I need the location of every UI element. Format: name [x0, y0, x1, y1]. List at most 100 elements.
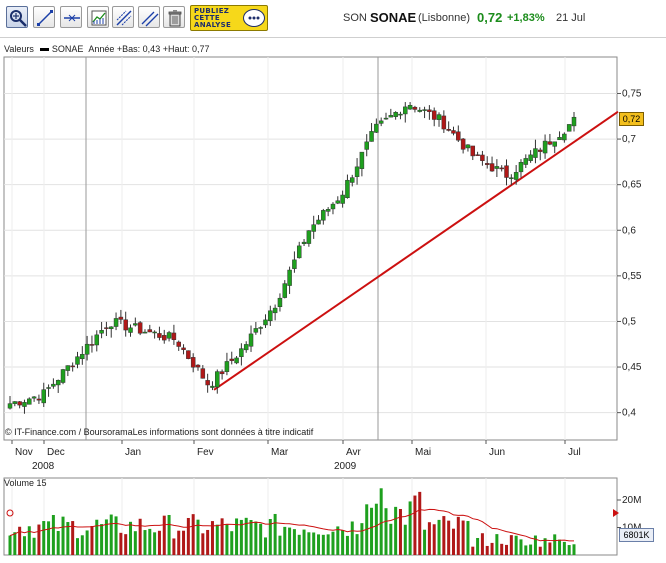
volume-label: Volume 15 — [4, 478, 47, 488]
volume-bar — [394, 506, 398, 555]
volume-bar — [138, 518, 142, 555]
volume-bar — [437, 519, 441, 555]
candle-down — [484, 163, 490, 165]
candle-down — [190, 357, 196, 368]
candle-up — [142, 331, 148, 334]
volume-bar — [148, 528, 152, 555]
candle-down — [219, 371, 225, 375]
volume-bar — [206, 529, 210, 555]
candle-down — [205, 380, 210, 386]
x-year-label: 2008 — [32, 461, 55, 472]
volume-bar — [418, 491, 422, 555]
volume-bar — [476, 537, 480, 555]
volume-bar — [370, 507, 374, 555]
volume-bar — [37, 524, 41, 555]
candle-up — [369, 131, 374, 142]
volume-bar — [191, 514, 195, 555]
candle-up — [12, 401, 18, 404]
candle-up — [393, 112, 398, 117]
volume-bar — [398, 509, 402, 555]
volume-bar — [32, 537, 36, 555]
candle-down — [504, 165, 509, 178]
volume-bar — [379, 488, 383, 555]
volume-bar — [235, 518, 239, 555]
chart-grid — [3, 56, 618, 556]
volume-bar — [225, 524, 229, 555]
candle-down — [470, 145, 476, 157]
candle-up — [41, 389, 46, 404]
candle-down — [229, 358, 234, 361]
volume-bar — [297, 534, 301, 555]
vol-tick-label: 20M — [622, 495, 641, 506]
volume-bar — [509, 535, 513, 555]
candle-up — [398, 113, 403, 116]
candle-up — [55, 379, 61, 386]
candle-up — [258, 327, 263, 329]
y-tick-label: 0,7 — [622, 134, 636, 145]
candle-up — [84, 343, 90, 355]
volume-bar — [80, 535, 84, 555]
volume-bar — [133, 531, 137, 555]
candle-up — [210, 385, 215, 388]
volume-bar — [182, 530, 186, 555]
x-tick-label: Jan — [125, 447, 141, 458]
volume-bar — [95, 519, 99, 555]
x-tick-label: Avr — [346, 447, 361, 458]
volume-bar — [514, 535, 518, 555]
volume-bar — [471, 546, 475, 555]
candle-up — [65, 365, 71, 371]
volume-bar — [42, 521, 46, 555]
candle-up — [378, 120, 384, 124]
y-tick-label: 0,5 — [622, 316, 636, 327]
candle-up — [296, 245, 302, 259]
volume-bar — [350, 521, 354, 555]
x-tick-label: Nov — [15, 447, 33, 458]
volume-bar — [22, 536, 26, 555]
y-tick-label: 0,65 — [622, 180, 642, 191]
candle-up — [152, 331, 157, 334]
volume-bar — [129, 521, 133, 555]
volume-bar — [505, 544, 509, 555]
candle-down — [162, 335, 167, 341]
candle-up — [345, 179, 350, 198]
candle-up — [552, 141, 557, 147]
candle-up — [340, 194, 345, 204]
volume-bar — [384, 508, 388, 555]
candle-up — [234, 357, 239, 364]
volume-bar — [283, 526, 287, 555]
candle-down — [456, 131, 461, 141]
volume-bar — [215, 524, 219, 555]
volume-bar — [374, 503, 378, 555]
volume-bar — [119, 532, 123, 555]
volume-bar — [355, 534, 359, 555]
volume-bar — [157, 530, 161, 555]
price-panel-frame — [3, 56, 618, 441]
candle-down — [176, 341, 181, 347]
volume-bar — [90, 525, 94, 555]
candle-down — [446, 129, 451, 131]
candle-up — [494, 166, 500, 169]
candle-up — [46, 387, 51, 389]
candle-down — [89, 344, 95, 346]
candle-up — [388, 115, 394, 118]
candle-up — [465, 144, 471, 149]
candle-up — [113, 318, 119, 327]
volume-bar — [143, 530, 147, 555]
candle-up — [513, 172, 519, 180]
volume-bar — [27, 526, 31, 555]
x-tick-label: Jul — [568, 447, 581, 458]
candle-down — [123, 319, 128, 331]
candle-down — [147, 329, 153, 333]
candle-up — [350, 177, 355, 183]
price-chart[interactable]: 0,75 0,7 0,65 0,6 0,55 0,5 0,45 0,4 Nov Dec Jan Fev… — [0, 0, 666, 563]
last-price-badge: 0,72 — [619, 112, 644, 126]
candle-up — [422, 109, 427, 111]
volume-bar — [75, 538, 79, 555]
candle-up — [436, 114, 442, 120]
volume-bar — [336, 526, 340, 555]
y-tick-label: 0,55 — [622, 271, 642, 282]
candle-up — [407, 104, 413, 110]
volume-bar — [109, 514, 113, 555]
volume-bar — [447, 520, 451, 555]
candle-up — [239, 348, 244, 357]
